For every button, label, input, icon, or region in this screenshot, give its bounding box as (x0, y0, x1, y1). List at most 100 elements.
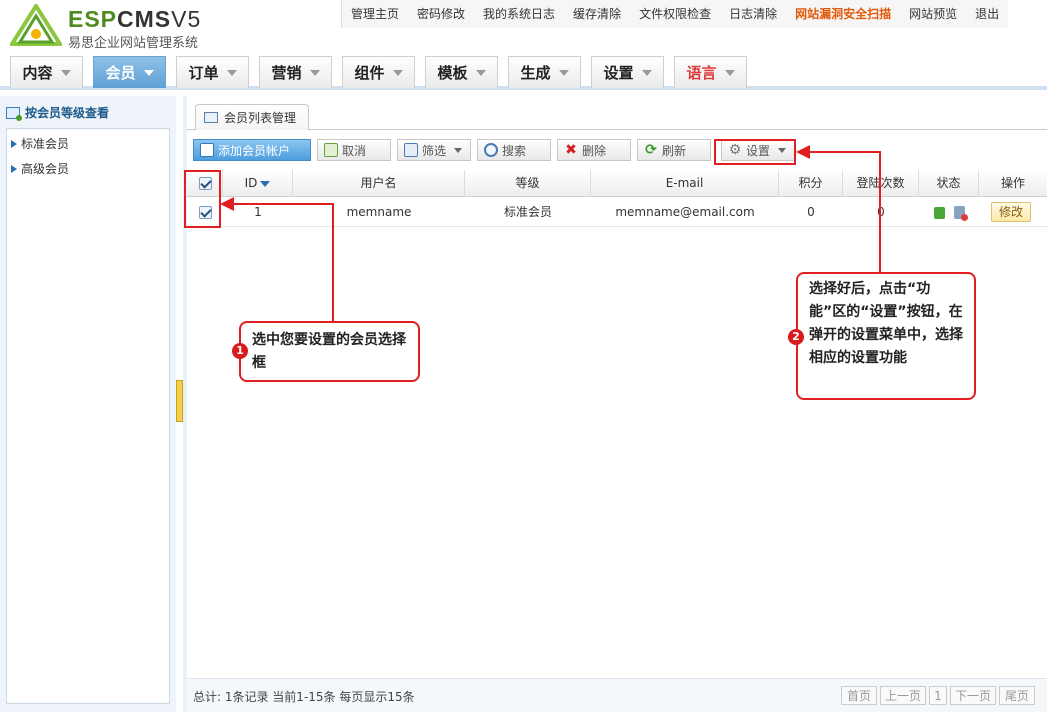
cell-status (919, 198, 979, 227)
annotation-arrow-line (233, 203, 334, 205)
button-label: 添加会员帐户 (218, 143, 291, 158)
column-header-status: 状态 (919, 170, 979, 197)
tab-generate[interactable]: 生成 (508, 56, 581, 88)
refresh-button[interactable]: ⟳ 刷新 (637, 139, 711, 161)
sidebar-item-standard-member[interactable]: 标准会员 (11, 135, 69, 152)
annotation-checkbox-highlight (184, 170, 221, 228)
add-member-button[interactable]: 添加会员帐户 (193, 139, 311, 161)
button-label: 刷新 (662, 143, 687, 158)
annotation-step2-badge: 2 (788, 329, 804, 345)
tab-members[interactable]: 会员 (93, 56, 166, 88)
delete-icon: ✖ (565, 142, 577, 158)
column-header-label: 状态 (936, 176, 961, 190)
top-link-preview[interactable]: 网站预览 (900, 0, 966, 28)
sidebar: 按会员等级查看 标准会员 高级会员 (0, 96, 176, 712)
annotation-arrow-line (808, 151, 881, 153)
cell-email: memname@email.com (591, 198, 779, 227)
sidebar-title-text: 按会员等级查看 (25, 106, 110, 120)
next-page-button[interactable]: 下一页 (950, 686, 996, 705)
chevron-down-icon (226, 69, 237, 76)
top-link-my-log[interactable]: 我的系统日志 (474, 0, 564, 28)
chevron-down-icon (143, 69, 154, 76)
app-root: ESPCMSV5 易思企业网站管理系统 管理主页 密码修改 我的系统日志 缓存清… (0, 0, 1047, 712)
annotation-step2-text: 选择好后，点击“功能”区的“设置”按钮，在弹开的设置菜单中，选择相应的设置功能 (809, 281, 963, 366)
last-page-button[interactable]: 尾页 (999, 686, 1035, 705)
tab-label: 生成 (520, 64, 551, 82)
annotation-step1-badge: 1 (232, 343, 248, 359)
tab-settings[interactable]: 设置 (591, 56, 664, 88)
search-button[interactable]: 搜索 (477, 139, 551, 161)
prev-page-button[interactable]: 上一页 (880, 686, 926, 705)
column-header-label: 操作 (1000, 176, 1025, 190)
column-header-points: 积分 (779, 170, 843, 197)
top-link-password[interactable]: 密码修改 (408, 0, 474, 28)
annotation-arrow-line (332, 203, 334, 322)
button-label: 取消 (342, 143, 367, 158)
tab-label: 组件 (354, 64, 385, 82)
annotation-arrowhead-icon (796, 145, 810, 159)
tab-templates[interactable]: 模板 (425, 56, 498, 88)
cancel-icon (324, 143, 338, 157)
column-header-id[interactable]: ID (223, 170, 293, 197)
top-link-permission-check[interactable]: 文件权限检查 (630, 0, 720, 28)
edit-button[interactable]: 修改 (991, 202, 1031, 222)
tab-language[interactable]: 语言 (674, 56, 747, 88)
main-content: 会员列表管理 添加会员帐户 取消 筛选 搜索 ✖ 删除 ⟳ 刷新 ⚙ 设置 ID 用户… (187, 96, 1047, 712)
column-header-logins: 登陆次数 (843, 170, 919, 197)
top-link-home[interactable]: 管理主页 (342, 0, 408, 28)
column-header-username: 用户名 (293, 170, 465, 197)
tab-orders[interactable]: 订单 (176, 56, 249, 88)
button-label: 搜索 (502, 143, 527, 158)
chevron-down-icon (454, 147, 463, 153)
tab-marketing[interactable]: 营销 (259, 56, 332, 88)
sort-desc-icon (260, 180, 271, 187)
tab-member-list[interactable]: 会员列表管理 (195, 104, 310, 130)
refresh-icon: ⟳ (645, 142, 657, 158)
tab-content[interactable]: 内容 (10, 56, 83, 88)
top-link-clear-cache[interactable]: 缓存清除 (564, 0, 630, 28)
brand-subtitle: 易思企业网站管理系统 (68, 36, 199, 51)
sidebar-item-premium-member[interactable]: 高级会员 (11, 160, 69, 177)
chevron-down-icon (558, 69, 569, 76)
chevron-down-icon (392, 69, 403, 76)
top-link-logout[interactable]: 退出 (966, 0, 1008, 28)
button-label: 筛选 (422, 143, 447, 158)
main-nav: 内容 会员 订单 营销 组件 模板 生成 设置 语言 (0, 54, 1047, 90)
sidebar-item-label: 标准会员 (21, 137, 70, 151)
content-tab-label: 会员列表管理 (224, 111, 297, 125)
tab-label: 订单 (188, 64, 219, 82)
cell-level: 标准会员 (465, 198, 591, 227)
column-header-label: 用户名 (360, 176, 397, 190)
user-disable-icon[interactable] (954, 206, 968, 221)
sidebar-tree-icon (6, 106, 22, 121)
column-header-label: 积分 (798, 176, 823, 190)
filter-button[interactable]: 筛选 (397, 139, 471, 161)
cancel-button[interactable]: 取消 (317, 139, 391, 161)
logo-emblem-icon (10, 4, 62, 46)
brand-prefix: ESP (68, 6, 118, 32)
brand-name: ESPCMSV5 (68, 6, 201, 33)
collapse-sidebar-handle[interactable] (176, 380, 183, 422)
annotation-settings-highlight (714, 139, 796, 165)
cell-logins: 0 (843, 198, 919, 227)
tab-label: 会员 (105, 64, 136, 82)
first-page-button[interactable]: 首页 (841, 686, 877, 705)
chevron-down-icon (60, 69, 71, 76)
cell-action: 修改 (979, 198, 1047, 227)
top-link-clear-log[interactable]: 日志清除 (720, 0, 786, 28)
tab-label: 营销 (271, 64, 302, 82)
unlock-icon[interactable] (934, 207, 945, 219)
tab-components[interactable]: 组件 (342, 56, 415, 88)
delete-button[interactable]: ✖ 删除 (557, 139, 631, 161)
tab-label: 语言 (686, 64, 717, 82)
tab-label: 设置 (603, 64, 634, 82)
column-header-label: E-mail (665, 176, 704, 190)
chevron-down-icon (641, 69, 652, 76)
top-link-security-scan[interactable]: 网站漏洞安全扫描 (786, 0, 900, 28)
filter-icon (404, 143, 418, 157)
sidebar-title: 按会员等级查看 (6, 104, 109, 121)
brand-version: V5 (171, 6, 202, 32)
page-number-button[interactable]: 1 (929, 686, 947, 705)
top-menu: 管理主页 密码修改 我的系统日志 缓存清除 文件权限检查 日志清除 网站漏洞安全… (341, 0, 1009, 28)
arrow-right-icon (11, 164, 17, 173)
